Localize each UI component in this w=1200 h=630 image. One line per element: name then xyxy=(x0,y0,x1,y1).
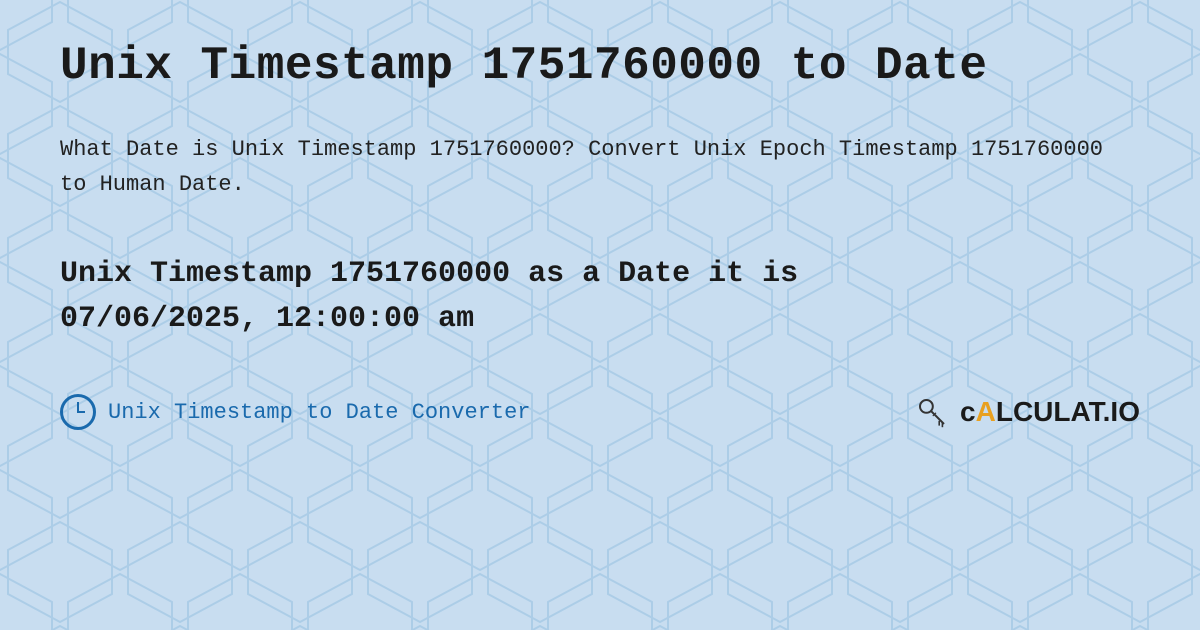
footer-right: cALCULAT.IO xyxy=(912,392,1140,432)
brand-name: cALCULAT.IO xyxy=(960,396,1140,428)
result-line1: Unix Timestamp 1751760000 as a Date it i… xyxy=(60,257,798,291)
footer: Unix Timestamp to Date Converter cALCULA… xyxy=(60,392,1140,432)
footer-left: Unix Timestamp to Date Converter xyxy=(60,394,530,430)
clock-icon xyxy=(60,394,96,430)
brand-icon xyxy=(912,392,952,432)
result-date: 07/06/2025, 12:00:00 am xyxy=(60,302,474,336)
page-description: What Date is Unix Timestamp 1751760000? … xyxy=(60,132,1140,202)
result-section: Unix Timestamp 1751760000 as a Date it i… xyxy=(60,252,1140,342)
page-title: Unix Timestamp 1751760000 to Date xyxy=(60,40,1140,92)
converter-label: Unix Timestamp to Date Converter xyxy=(108,400,530,425)
